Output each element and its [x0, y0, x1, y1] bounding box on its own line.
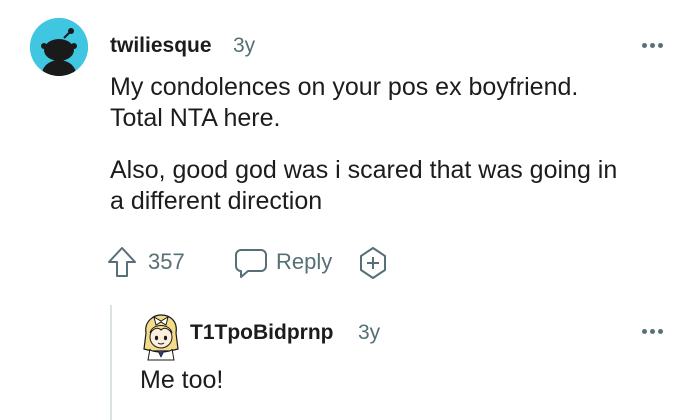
comment-paragraph-1: My condolences on your pos ex boyfriend.…	[110, 72, 680, 134]
vote-score: 357	[148, 249, 185, 274]
reply-avatar[interactable]	[140, 313, 182, 361]
anime-avatar-icon	[143, 314, 179, 361]
user-avatar[interactable]	[30, 18, 88, 76]
comment-age: 3y	[233, 34, 256, 57]
comment-line: a different direction	[110, 187, 323, 215]
comment-paragraph-2: Also, good god was i scared that was goi…	[110, 155, 680, 217]
more-options-icon[interactable]	[638, 320, 668, 342]
speech-bubble-icon	[234, 247, 268, 279]
reply-button[interactable]: Reply	[234, 243, 344, 283]
comment-line: Total NTA here.	[110, 104, 281, 132]
snoo-avatar-icon	[30, 18, 88, 76]
comment-line: Also, good god was i scared that was goi…	[110, 156, 618, 184]
reply-author[interactable]: T1TpoBidprnp	[190, 320, 333, 346]
reply-label: Reply	[276, 249, 333, 274]
reply-age: 3y	[358, 321, 381, 344]
thread-line[interactable]	[110, 305, 112, 420]
comment-author[interactable]: twiliesque	[110, 33, 212, 59]
reply-text: Me too!	[140, 366, 224, 394]
comment-actions: 357 Reply	[106, 243, 506, 283]
upvote-icon[interactable]	[106, 245, 138, 279]
comment-line: My condolences on your pos ex boyfriend.	[110, 73, 579, 101]
award-plus-icon[interactable]	[356, 245, 390, 281]
comment: twiliesque 3y My condolences on your pos…	[0, 0, 700, 420]
more-options-icon[interactable]	[638, 34, 668, 56]
